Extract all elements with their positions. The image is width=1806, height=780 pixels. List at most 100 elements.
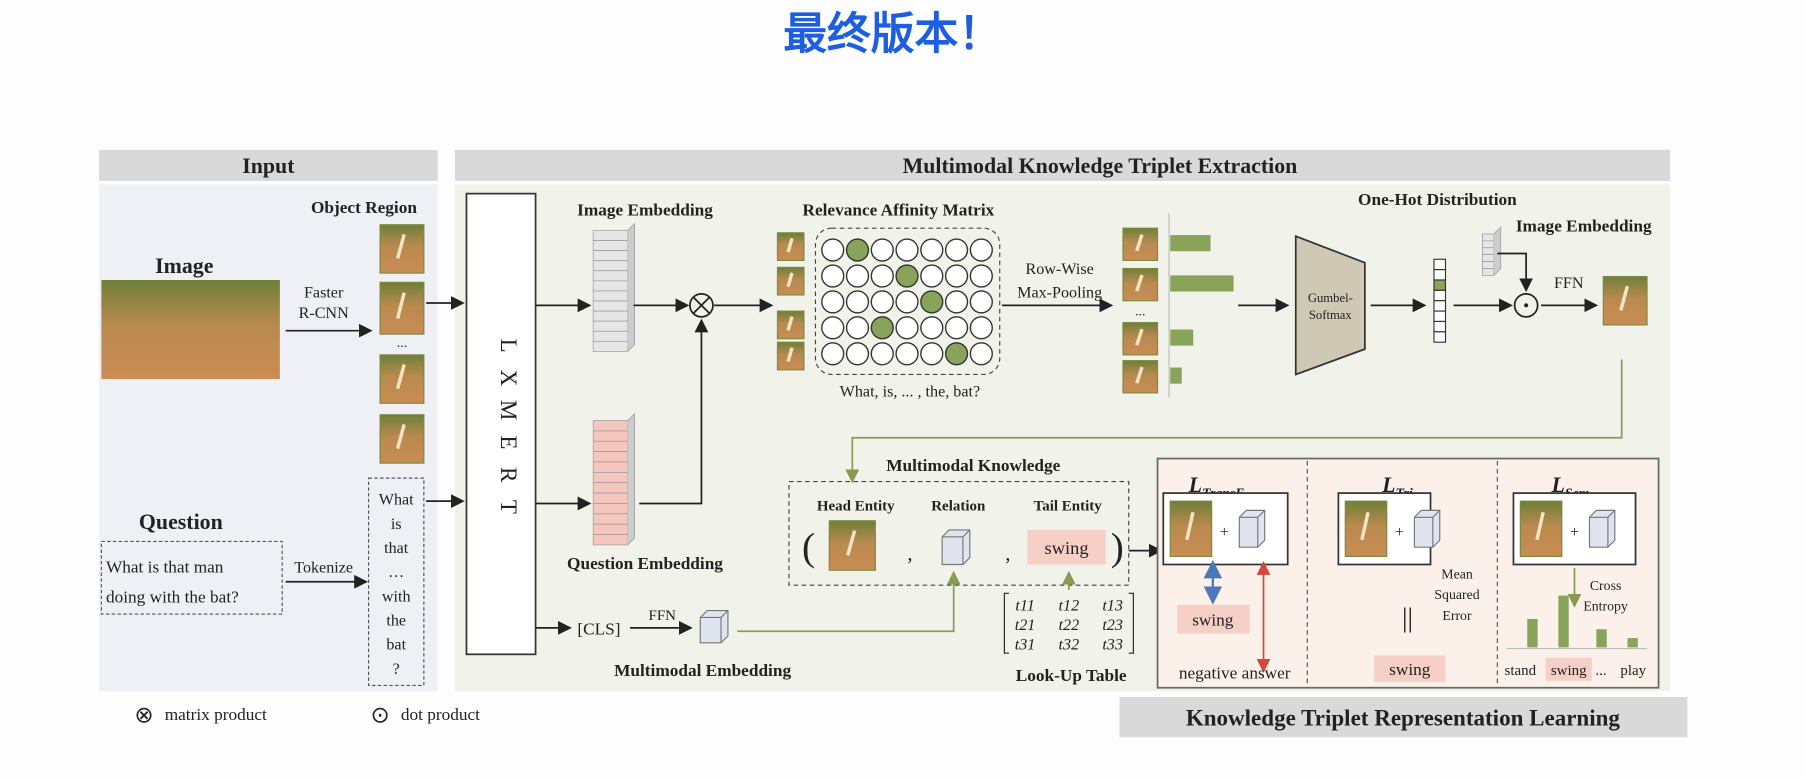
- vector-cell: [1482, 254, 1495, 262]
- slide-title: 最终版本！: [783, 8, 1002, 59]
- affinity-matrix-label: Relevance Affinity Matrix: [802, 201, 994, 220]
- affinity-cell: [920, 290, 944, 314]
- sem-bar: [1596, 629, 1607, 648]
- affinity-cell: [821, 290, 845, 314]
- lxmert-letter: L: [496, 339, 522, 353]
- vector-cell: [592, 260, 629, 272]
- tri-answer: swing: [1389, 660, 1431, 679]
- lookup-cell: t23: [1102, 617, 1123, 634]
- lookup-cell: t32: [1059, 637, 1080, 654]
- selected-region: [1602, 275, 1648, 326]
- vector-cell: [1482, 247, 1495, 256]
- vector-cell: [1482, 268, 1495, 276]
- vector-cell: [592, 420, 629, 432]
- affinity-cell: [870, 290, 894, 314]
- one-hot-cell: [1433, 279, 1447, 291]
- vector-cell: [592, 230, 629, 241]
- vector-cell: [592, 492, 629, 504]
- slide: 最终版本！ Input Multimodal Knowledge Triplet…: [0, 0, 1806, 780]
- head-entity-image: [828, 520, 876, 571]
- cls-token: [CLS]: [577, 620, 620, 639]
- image-embedding-2-label: Image Embedding: [1516, 217, 1652, 236]
- affinity-cell: [870, 342, 894, 366]
- gumbel-label-2: Softmax: [1309, 308, 1353, 322]
- diagram: 最终版本！ Input Multimodal Knowledge Triplet…: [99, 8, 1688, 738]
- close-paren: ): [1111, 526, 1124, 569]
- object-region-label: Object Region: [311, 198, 417, 217]
- question-embedding-label: Question Embedding: [567, 554, 723, 573]
- mse-label-2: Squared: [1434, 587, 1479, 602]
- detector-label-2: R-CNN: [299, 305, 349, 322]
- vector-cell: [592, 440, 629, 452]
- affinity-cell: [944, 290, 969, 314]
- vector-cell: [592, 451, 629, 463]
- affinity-cell: [920, 316, 944, 340]
- pooled-bar: [1170, 275, 1234, 292]
- relation-cube: [941, 529, 971, 566]
- token: is: [391, 516, 402, 533]
- pooled-ellipsis: ...: [1135, 304, 1145, 319]
- token: ?: [393, 661, 400, 678]
- mse-label-1: Mean: [1441, 566, 1473, 581]
- affinity-cell: [821, 264, 845, 288]
- vector-cell: [592, 430, 629, 442]
- one-hot-cell: [1433, 310, 1447, 323]
- affinity-cell: [845, 342, 870, 366]
- lxmert-letter: E: [496, 435, 522, 449]
- ce-label-1: Cross: [1590, 578, 1621, 593]
- comma-1: ,: [907, 543, 912, 565]
- ce-label-2: Entropy: [1583, 599, 1628, 614]
- affinity-cell: [821, 316, 845, 340]
- one-hot-cell: [1433, 300, 1447, 312]
- image-embedding-vector: [592, 222, 635, 352]
- affinity-cell: [969, 342, 993, 366]
- question-line-2: doing with the bat?: [106, 588, 239, 607]
- input-header-label: Input: [242, 154, 295, 178]
- tail-entity-label: Tail Entity: [1034, 498, 1103, 514]
- affinity-cell: [920, 238, 944, 262]
- affinity-cell: [895, 264, 919, 288]
- plus-sign: +: [1395, 524, 1404, 541]
- vector-cell: [592, 330, 629, 342]
- affinity-cell: [944, 264, 969, 288]
- sem-label-stand: stand: [1505, 663, 1537, 679]
- vector-cell: [592, 320, 629, 332]
- vector-cell: [592, 340, 629, 352]
- tail-entity-value: swing: [1045, 538, 1089, 558]
- affinity-cell: [821, 238, 845, 262]
- vector-cell: [592, 280, 629, 292]
- vector-cell: [592, 290, 629, 302]
- matrix-product-legend-icon: ⊗: [134, 701, 153, 727]
- question-line-1: What is that man: [106, 558, 224, 577]
- image-embedding-label: Image Embedding: [577, 201, 713, 220]
- affinity-cell: [895, 316, 919, 340]
- vector-cell: [1482, 261, 1495, 269]
- triple-boxes: + + +: [1162, 492, 1637, 566]
- one-hot-label: One-Hot Distribution: [1358, 190, 1517, 209]
- token: with: [382, 588, 411, 605]
- detector-label-1: Faster: [304, 284, 344, 301]
- sem-label-swing: swing: [1551, 663, 1587, 679]
- sem-label-play: play: [1620, 663, 1646, 679]
- cube-shape: [1413, 509, 1441, 548]
- pooled-bar: [1170, 329, 1194, 346]
- affinity-cell: [895, 238, 919, 262]
- plus-sign: +: [1570, 524, 1579, 541]
- tokenize-label: Tokenize: [294, 560, 353, 577]
- vector-cell: [592, 534, 629, 546]
- sem-bar: [1627, 638, 1638, 648]
- token: that: [384, 540, 409, 557]
- lxmert-letter: X: [496, 370, 522, 387]
- pooled-bar: [1170, 235, 1211, 252]
- vector-cell: [592, 461, 629, 473]
- affinity-cell: [969, 316, 993, 340]
- affinity-cell: [845, 238, 870, 262]
- vector-cell: [592, 310, 629, 322]
- lxmert-letter: R: [496, 467, 522, 483]
- one-hot-cell: [1433, 289, 1447, 302]
- affinity-cell: [870, 316, 894, 340]
- gumbel-label-1: Gumbel-: [1308, 291, 1353, 305]
- one-hot-cell: [1433, 258, 1447, 271]
- affinity-cell: [870, 264, 894, 288]
- lookup-cell: t12: [1059, 598, 1080, 615]
